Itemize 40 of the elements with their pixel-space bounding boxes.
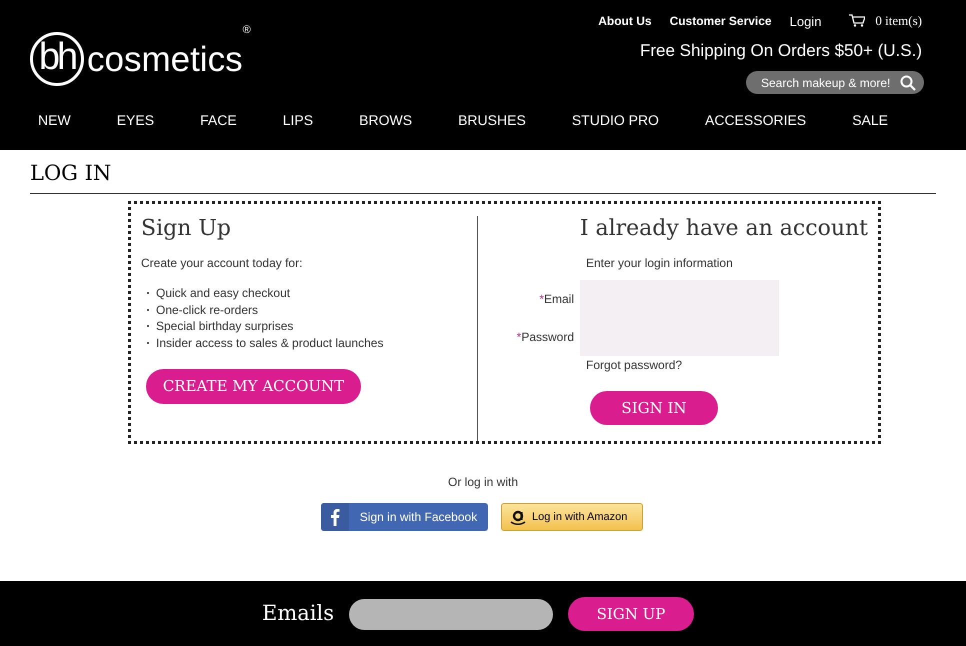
amazon-login-button[interactable]: Log in with Amazon bbox=[501, 503, 643, 531]
nav-menu-item[interactable]: NEW bbox=[38, 110, 71, 131]
nav-menu-item[interactable]: BROWS bbox=[359, 110, 412, 131]
email-signup-field[interactable] bbox=[348, 598, 553, 630]
benefit-item: Quick and easy checkout bbox=[156, 285, 290, 302]
forgot-password-link[interactable]: Forgot password? bbox=[586, 356, 868, 374]
create-account-button[interactable]: CREATE MY ACCOUNT bbox=[146, 369, 361, 404]
signup-heading: Sign Up bbox=[141, 215, 232, 243]
nav-menu-item[interactable]: ACCESSORIES bbox=[705, 110, 806, 131]
nav-menu-item[interactable]: FACE bbox=[200, 110, 237, 131]
sign-up-button[interactable]: SIGN UP bbox=[568, 597, 694, 631]
nav-menu-item[interactable]: LIPS bbox=[282, 110, 314, 131]
signup-intro: Create your account today for: bbox=[141, 255, 304, 272]
nav-menu-item[interactable]: BRUSHES bbox=[458, 110, 526, 131]
facebook-icon bbox=[330, 508, 340, 526]
field-label: *Email bbox=[538, 291, 574, 308]
search-icon[interactable] bbox=[900, 74, 916, 90]
benefit-item: One-click re-orders bbox=[156, 302, 258, 318]
nav-menu-item[interactable]: STUDIO PRO bbox=[572, 110, 659, 131]
cart-count[interactable]: 0 item(s) bbox=[875, 11, 922, 30]
social-login-intro: Or log in with bbox=[446, 474, 520, 491]
shipping-text: Free Shipping On Orders $50+ (U.S.) bbox=[640, 40, 922, 62]
search-field[interactable]: Search makeup & more! bbox=[746, 71, 924, 94]
nav-menu-item[interactable]: EYES bbox=[116, 110, 154, 131]
facebook-login-button[interactable]: Sign in with Facebook bbox=[321, 503, 488, 531]
emails-label: Emails bbox=[262, 600, 334, 628]
page-title: LOG IN bbox=[30, 158, 936, 194]
nav-link[interactable]: About Us bbox=[598, 12, 652, 30]
benefit-item: Insider access to sales & product launches bbox=[156, 334, 384, 351]
nav-link[interactable]: Login bbox=[790, 12, 822, 32]
benefit-item: Special birthday surprises bbox=[156, 318, 294, 334]
field-label: *Password bbox=[516, 329, 574, 346]
brand-logo[interactable]: bh cosmetics ® bbox=[30, 24, 251, 94]
login-heading: I already have an account bbox=[578, 215, 868, 243]
amazon-icon bbox=[510, 508, 526, 526]
nav-menu-item[interactable]: SALE bbox=[852, 110, 888, 131]
cart-icon[interactable] bbox=[849, 14, 866, 28]
nav-link[interactable]: Customer Service bbox=[670, 12, 772, 30]
login-intro: Enter your login information bbox=[586, 255, 734, 272]
sign-in-button[interactable]: SIGN IN bbox=[590, 391, 718, 425]
